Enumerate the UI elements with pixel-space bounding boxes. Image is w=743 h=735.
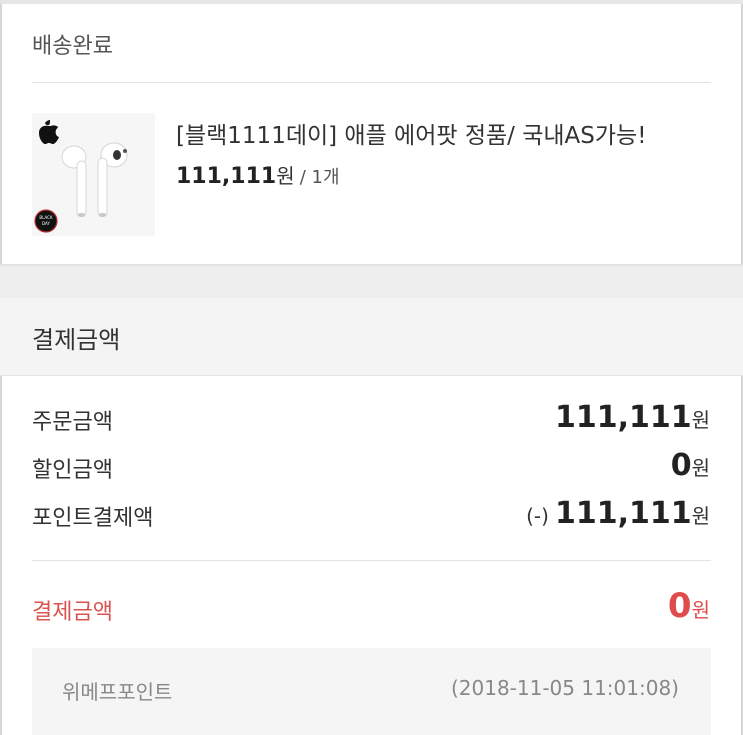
point-payment-label: 포인트결제액 [32, 506, 154, 531]
point-payment-amount: 111,111 [554, 496, 692, 531]
product-name-link[interactable]: [블랙1111데이] 애플 에어팟 정품/ 국내AS가능! [176, 116, 646, 150]
product-price-row: 111,111원 / 1개 [176, 160, 340, 189]
discount-amount: 0 [670, 448, 692, 483]
point-payment-value: (-) 111,111원 [526, 496, 710, 531]
svg-text:DAY: DAY [42, 221, 50, 226]
total-payment-amount: 0 [667, 586, 692, 626]
points-timestamp: (2018-11-05 11:01:08) [450, 676, 679, 700]
order-amount-label: 주문금액 [32, 410, 113, 435]
total-payment-label: 결제금액 [32, 600, 113, 625]
discount-amount-label: 할인금액 [32, 458, 113, 483]
black-day-badge: BLACK DAY [34, 209, 58, 233]
total-payment-unit: 원 [691, 598, 710, 622]
airpods-image: BLACK DAY [32, 113, 155, 236]
product-thumbnail[interactable]: BLACK DAY [32, 113, 155, 236]
product-quantity: / 1개 [299, 167, 340, 188]
section-separator [0, 264, 743, 298]
product-price-unit: 원 [276, 164, 295, 188]
divider [32, 82, 711, 83]
top-border [0, 0, 743, 4]
point-payment-unit: 원 [691, 504, 710, 528]
discount-amount-unit: 원 [691, 456, 710, 480]
point-payment-prefix: (-) [526, 504, 549, 528]
discount-amount-value: 0원 [671, 448, 710, 483]
order-amount: 111,111 [554, 400, 692, 435]
delivery-status-title: 배송완료 [32, 34, 113, 59]
points-detail-box: 위메프포인트 (2018-11-05 11:01:08) [32, 648, 711, 735]
order-amount-value: 111,111원 [555, 400, 710, 435]
payment-header: 결제금액 [0, 298, 743, 376]
order-amount-unit: 원 [691, 408, 710, 432]
product-price: 111,111 [176, 164, 277, 189]
payment-section-title: 결제금액 [32, 326, 121, 354]
divider [32, 560, 711, 561]
svg-text:BLACK: BLACK [39, 215, 53, 220]
points-label: 위메프포인트 [62, 680, 173, 704]
total-payment-value: 0원 [668, 586, 710, 626]
